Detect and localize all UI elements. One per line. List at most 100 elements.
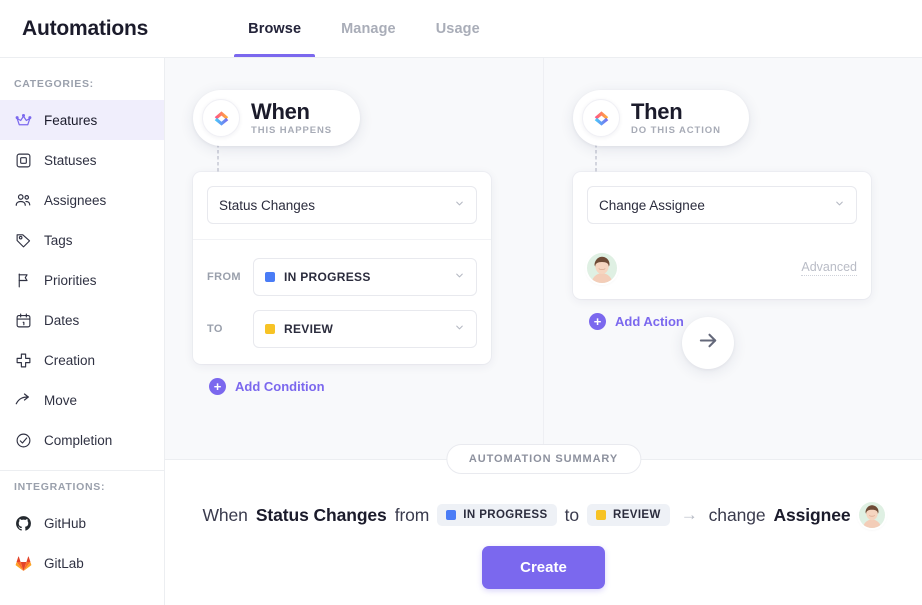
sidebar: CATEGORIES: Features Statuses Assignees (0, 58, 165, 605)
automation-summary: AUTOMATION SUMMARY When Status Changes f… (165, 444, 922, 605)
sidebar-integrations-label: INTEGRATIONS: (14, 481, 106, 493)
people-icon (14, 191, 32, 209)
sidebar-item-label: Dates (44, 312, 80, 328)
summary-arrow-icon: → (680, 505, 698, 524)
sidebar-item-gitlab[interactable]: GitLab (0, 543, 164, 583)
chevron-down-icon (454, 270, 465, 284)
github-icon (14, 514, 32, 532)
plus-circle-icon: + (209, 378, 226, 395)
status-color-dot (595, 510, 606, 520)
summary-from-word: from (394, 504, 430, 525)
add-action-label: Add Action (615, 314, 684, 329)
then-card: Change Assignee Advanced (573, 172, 871, 299)
sidebar-item-priorities[interactable]: Priorities (0, 260, 164, 300)
arrow-move-icon (14, 391, 32, 409)
trigger-select[interactable]: Status Changes (207, 186, 477, 224)
summary-trigger: Status Changes (255, 504, 387, 525)
sidebar-item-label: GitLab (44, 555, 84, 571)
then-column: Then DO THIS ACTION Change Assignee Adva… (543, 58, 921, 459)
clickup-logo-icon (582, 99, 620, 137)
trigger-select-value: Status Changes (219, 197, 316, 213)
crown-icon (14, 111, 32, 129)
sidebar-item-move[interactable]: Move (0, 380, 164, 420)
sidebar-item-label: Tags (44, 232, 73, 248)
gitlab-icon (14, 554, 32, 572)
flag-icon (14, 271, 32, 289)
when-header-pill: When THIS HAPPENS (193, 90, 361, 146)
advanced-link[interactable]: Advanced (801, 260, 857, 276)
action-select[interactable]: Change Assignee (587, 186, 857, 224)
status-color-dot (265, 324, 275, 334)
then-subtitle: DO THIS ACTION (631, 124, 721, 136)
sidebar-item-tags[interactable]: Tags (0, 220, 164, 260)
sidebar-item-label: Statuses (44, 152, 97, 168)
main-content: When THIS HAPPENS Status Changes FROM IN… (165, 58, 922, 605)
chevron-down-icon (454, 198, 465, 212)
sidebar-categories-label: CATEGORIES: (14, 78, 94, 90)
automation-builder: When THIS HAPPENS Status Changes FROM IN… (165, 58, 922, 459)
create-button[interactable]: Create (482, 546, 605, 589)
square-outline-icon (14, 151, 32, 169)
summary-from-badge: IN PROGRESS (437, 504, 557, 526)
to-status-select[interactable]: REVIEW (253, 310, 477, 348)
summary-prefix: When (202, 504, 248, 525)
sidebar-item-assignees[interactable]: Assignees (0, 180, 164, 220)
sidebar-item-dates[interactable]: Dates (0, 300, 164, 340)
sidebar-item-github[interactable]: GitHub (0, 503, 164, 543)
sidebar-item-label: Completion (44, 432, 113, 448)
status-color-dot (265, 272, 275, 282)
add-condition-label: Add Condition (235, 379, 325, 394)
page-body: CATEGORIES: Features Statuses Assignees (0, 58, 922, 605)
plus-icon (14, 351, 32, 369)
tab-usage[interactable]: Usage (436, 0, 480, 57)
sidebar-item-statuses[interactable]: Statuses (0, 140, 164, 180)
tab-bar: Browse Manage Usage (234, 0, 480, 57)
when-column: When THIS HAPPENS Status Changes FROM IN… (165, 58, 543, 459)
when-header-text: When THIS HAPPENS (251, 100, 332, 135)
flow-arrow-button[interactable] (682, 317, 734, 369)
sidebar-item-completion[interactable]: Completion (0, 420, 164, 460)
tab-manage[interactable]: Manage (341, 0, 396, 57)
check-circle-icon (14, 431, 32, 449)
then-header-text: Then DO THIS ACTION (631, 100, 721, 135)
page-title: Automations (22, 16, 149, 40)
when-trigger-section: Status Changes (193, 172, 491, 239)
add-action-button[interactable]: + Add Action (589, 313, 684, 330)
from-status-value: IN PROGRESS (284, 270, 371, 284)
arrow-right-icon (697, 329, 720, 357)
plus-circle-icon: + (589, 313, 606, 330)
when-subtitle: THIS HAPPENS (251, 124, 333, 136)
from-status-select[interactable]: IN PROGRESS (253, 258, 477, 296)
sidebar-item-features[interactable]: Features (0, 100, 164, 140)
add-condition-button[interactable]: + Add Condition (209, 378, 325, 395)
then-title: Then (631, 99, 683, 125)
status-color-dot (446, 510, 457, 520)
sidebar-item-creation[interactable]: Creation (0, 340, 164, 380)
summary-action-word: change (708, 504, 766, 525)
summary-to-badge: REVIEW (586, 504, 670, 526)
avatar[interactable] (587, 253, 617, 283)
to-status-value: REVIEW (284, 322, 334, 336)
from-label: FROM (207, 271, 241, 283)
from-row: FROM IN PROGRESS (207, 258, 477, 296)
when-conditions-section: FROM IN PROGRESS TO REVIEW (193, 239, 491, 364)
summary-to-value: REVIEW (612, 509, 661, 521)
chevron-down-icon (454, 322, 465, 336)
sidebar-item-label: Features (44, 112, 98, 128)
summary-sentence: When Status Changes from IN PROGRESS to … (203, 502, 885, 528)
then-action-section: Change Assignee (573, 172, 871, 239)
then-header-pill: Then DO THIS ACTION (573, 90, 749, 146)
sidebar-item-label: Assignees (44, 192, 107, 208)
automations-page: Automations Browse Manage Usage CATEGORI… (0, 0, 922, 605)
sidebar-item-label: Creation (44, 352, 96, 368)
avatar (858, 502, 885, 528)
sidebar-divider (0, 470, 164, 471)
chevron-down-icon (834, 198, 845, 212)
sidebar-item-label: Move (44, 392, 78, 408)
tab-browse[interactable]: Browse (234, 0, 316, 57)
summary-to-word: to (564, 504, 580, 525)
summary-chip: AUTOMATION SUMMARY (445, 444, 642, 474)
action-select-value: Change Assignee (599, 197, 705, 213)
when-card: Status Changes FROM IN PROGRESS TO REVIE… (193, 172, 491, 364)
summary-from-value: IN PROGRESS (463, 509, 548, 521)
